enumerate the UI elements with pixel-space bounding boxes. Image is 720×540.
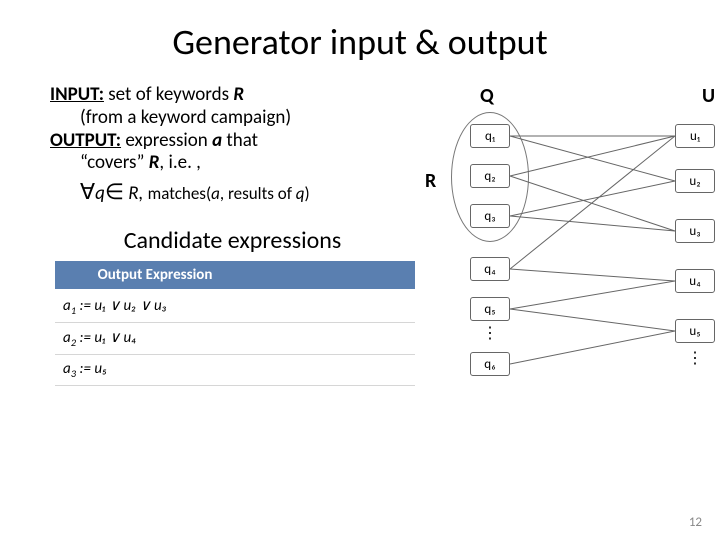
u-node: u₄ [675, 269, 715, 293]
input-line2: (from a keyword campaign) [50, 107, 415, 130]
left-column: INPUT: set of keywords R (from a keyword… [50, 84, 425, 444]
q-node: q₂ [470, 164, 510, 188]
quantifier-line: ∀q∈ R, matches(a, results of q) [50, 179, 415, 206]
output-rest: expression [121, 129, 212, 152]
expr-cell: a1 := u₁ ∨ u₂ ∨ u₃ [55, 290, 255, 323]
content-area: INPUT: set of keywords R (from a keyword… [0, 64, 720, 444]
u-node: u₅ [675, 319, 715, 343]
input-output-text: INPUT: set of keywords R (from a keyword… [50, 84, 415, 206]
table-header-blank2 [335, 261, 415, 290]
candidate-table: Output Expression a1 := u₁ ∨ u₂ ∨ u₃a2 :… [55, 261, 415, 386]
input-label: INPUT: [50, 83, 104, 106]
output-label: OUTPUT: [50, 129, 121, 152]
output-rest2: that [222, 129, 258, 152]
q-node: q₆ [470, 352, 510, 376]
expr-cell: a3 := u₅ [55, 354, 255, 385]
u-node: u₂ [675, 169, 715, 193]
table-header-output: Output Expression [55, 261, 255, 290]
right-column: Q R U q₁q₂q₃q₄q₅q₆⋮ [425, 84, 720, 444]
q-ellipsis: ⋮ [470, 329, 510, 345]
u-ellipsis: ⋮ [675, 354, 715, 370]
output-a: a [212, 129, 222, 152]
input-rest: set of keywords [104, 83, 233, 106]
table-row: a2 := u₁ ∨ u₄ [55, 322, 415, 354]
candidate-heading: Candidate expressions [50, 226, 415, 255]
q-node: q₄ [470, 257, 510, 281]
q-node: q₅ [470, 297, 510, 321]
table-row: a1 := u₁ ∨ u₂ ∨ u₃ [55, 290, 415, 323]
output-line2: “covers” R, i.e. , [50, 152, 415, 175]
table-row: a3 := u₅ [55, 354, 415, 385]
slide-title: Generator input & output [0, 0, 720, 64]
u-node: u₃ [675, 219, 715, 243]
q-node: q₃ [470, 204, 510, 228]
table-header-blank1 [255, 261, 335, 290]
u-node: u₁ [675, 124, 715, 148]
page-number: 12 [689, 515, 702, 530]
q-node: q₁ [470, 124, 510, 148]
input-R: R [233, 83, 244, 106]
bipartite-diagram: Q R U q₁q₂q₃q₄q₅q₆⋮ [425, 84, 720, 444]
expr-cell: a2 := u₁ ∨ u₄ [55, 322, 255, 354]
